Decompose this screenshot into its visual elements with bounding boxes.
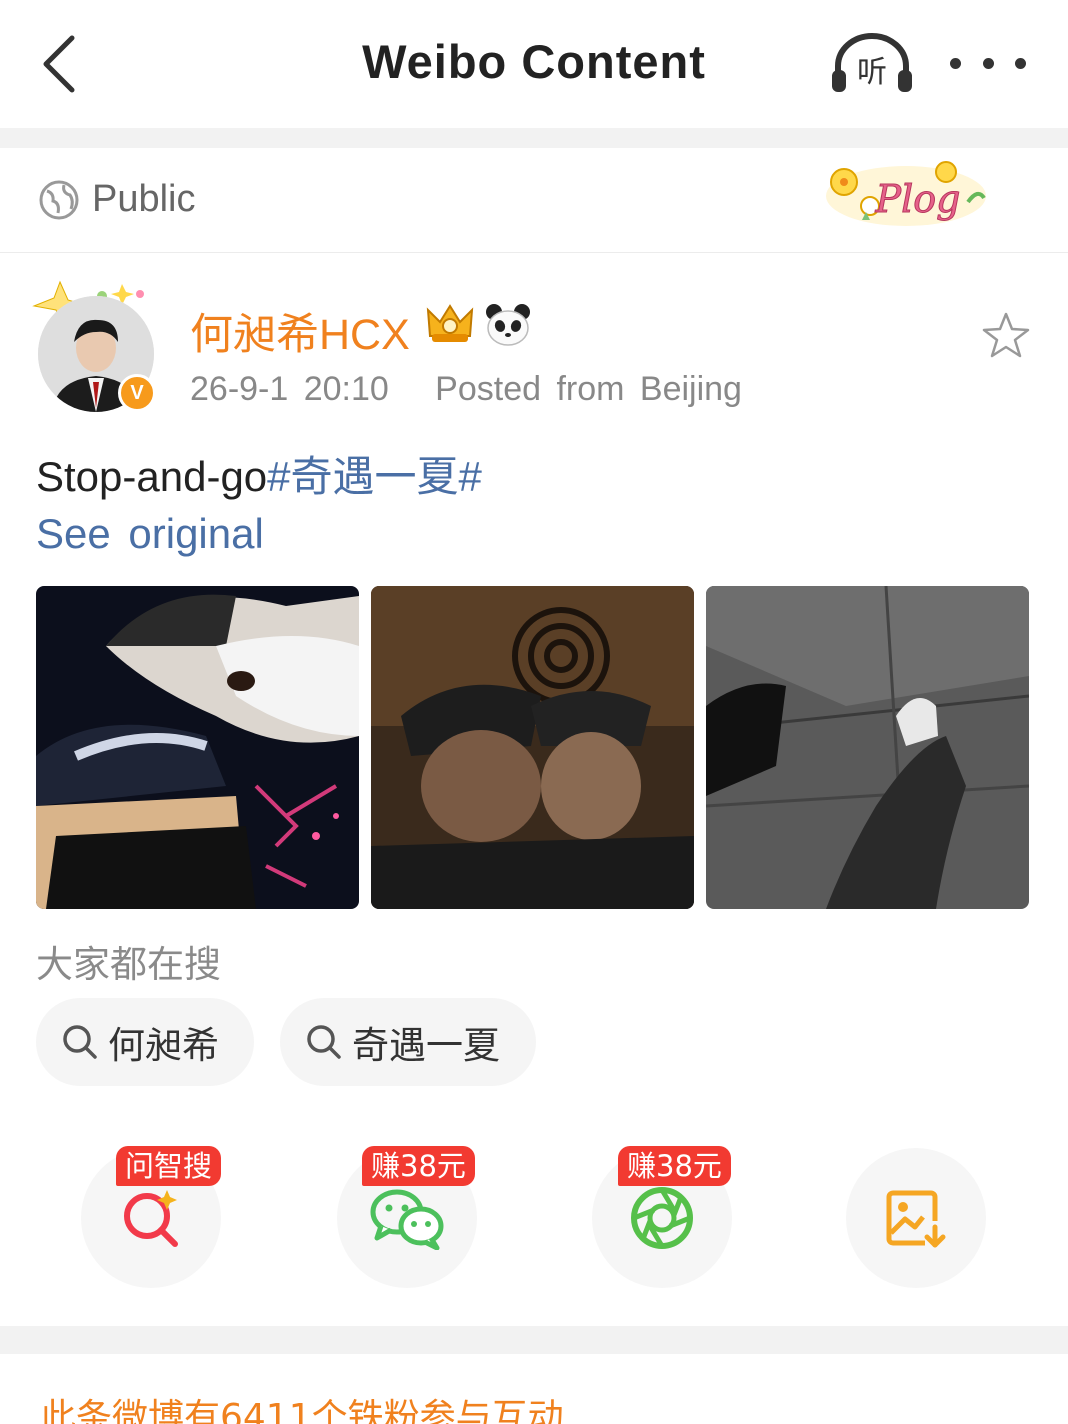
search-chip-label: 奇遇一夏 bbox=[352, 1024, 500, 1067]
plog-badge-icon[interactable]: Plog bbox=[818, 150, 990, 236]
save-image-button[interactable] bbox=[846, 1148, 986, 1288]
post-source: Posted from Beijing bbox=[435, 370, 742, 408]
moments-shutter-icon bbox=[631, 1187, 693, 1249]
user-name[interactable]: 何昶希HCX bbox=[190, 300, 410, 362]
wechat-icon bbox=[370, 1189, 444, 1250]
post-text: Stop-and-go#奇遇一夏# bbox=[36, 443, 482, 504]
more-dot bbox=[982, 57, 994, 69]
photo-dim-bar-icon bbox=[371, 586, 694, 909]
listen-button[interactable]: 听 bbox=[828, 30, 916, 96]
ai-search-badge: 问智搜 bbox=[116, 1146, 222, 1186]
section-divider bbox=[0, 1326, 1068, 1354]
post-photo-3[interactable] bbox=[706, 586, 1029, 909]
save-image-icon bbox=[886, 1190, 946, 1248]
search-chip[interactable]: 奇遇一夏 bbox=[280, 998, 536, 1086]
top-nav-bar: Weibo Content 听 bbox=[0, 0, 1068, 128]
photo-selfie-night-icon bbox=[36, 586, 359, 909]
search-chip[interactable]: 何昶希 bbox=[36, 998, 254, 1086]
more-dots-icon bbox=[950, 57, 961, 69]
photo-walking-feet-icon bbox=[706, 586, 1029, 909]
verified-badge: V bbox=[118, 374, 156, 412]
search-chip-label: 何昶希 bbox=[108, 1024, 219, 1067]
user-avatar[interactable]: V bbox=[30, 276, 162, 414]
headphones-listen-icon: 听 bbox=[832, 33, 912, 92]
hashtag-link[interactable]: #奇遇一夏# bbox=[267, 453, 482, 500]
svg-text:Plog: Plog bbox=[875, 177, 961, 221]
moments-reward-badge: 赚38元 bbox=[618, 1146, 731, 1186]
more-options-button[interactable] bbox=[950, 40, 1026, 86]
search-icon bbox=[63, 1025, 97, 1059]
more-dot bbox=[1015, 57, 1026, 69]
section-divider bbox=[0, 128, 1068, 148]
crown-badge-icon[interactable] bbox=[424, 300, 476, 348]
svg-text:听: 听 bbox=[857, 55, 887, 90]
post-meta: 26-9-1 20:10 Posted from Beijing bbox=[190, 370, 742, 409]
visibility-label: Public bbox=[92, 178, 196, 220]
favorite-star-icon[interactable] bbox=[980, 310, 1032, 362]
post-photo-1[interactable] bbox=[36, 586, 359, 909]
post-timestamp: 26-9-1 20:10 bbox=[190, 370, 389, 408]
post-photo-2[interactable] bbox=[371, 586, 694, 909]
trending-search-heading: 大家都在搜 bbox=[36, 943, 221, 986]
globe-icon bbox=[39, 180, 79, 220]
panda-icon[interactable] bbox=[484, 302, 532, 348]
fans-interaction-banner[interactable]: 此条微博有6411个铁粉参与互动 bbox=[40, 1388, 564, 1424]
search-icon bbox=[307, 1025, 341, 1059]
wechat-reward-badge: 赚38元 bbox=[362, 1146, 475, 1186]
post-text-plain: Stop-and-go bbox=[36, 453, 268, 500]
ai-search-icon bbox=[124, 1190, 178, 1247]
see-original-link[interactable]: See original bbox=[36, 510, 264, 558]
